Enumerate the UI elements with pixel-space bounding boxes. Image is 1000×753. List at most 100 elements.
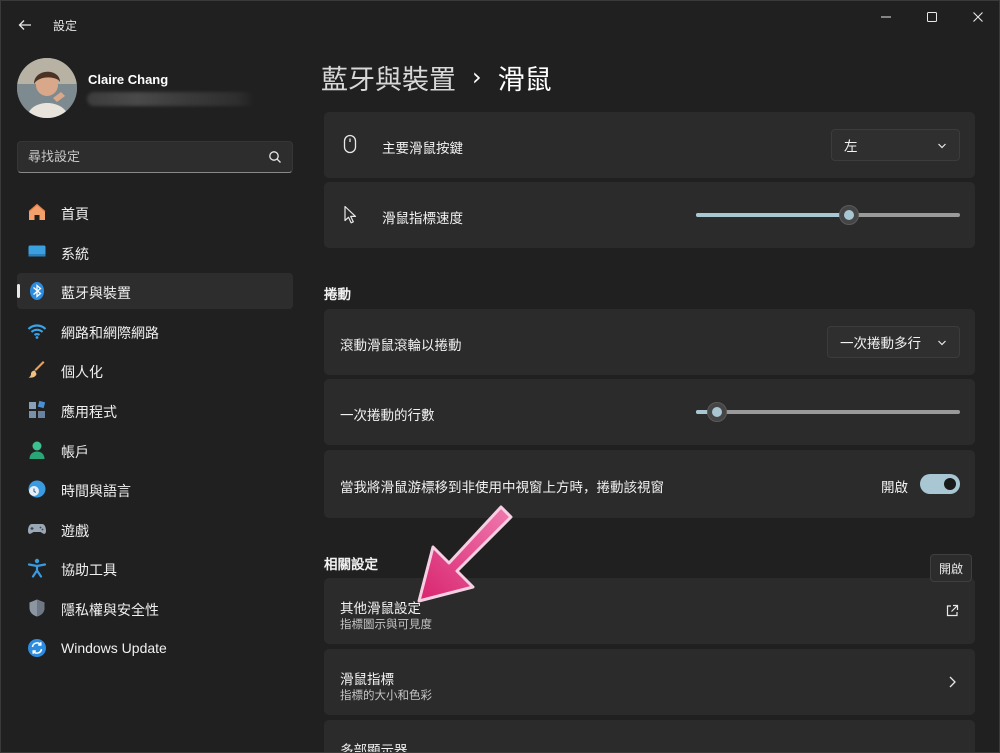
related-item-title: 滑鼠指標 bbox=[340, 672, 394, 688]
sidebar-item-bluetooth-devices[interactable]: 藍牙與裝置 bbox=[17, 273, 293, 310]
select-value: 一次捲動多行 bbox=[840, 336, 921, 352]
maximize-button[interactable] bbox=[909, 5, 955, 29]
primary-button-select[interactable]: 左 bbox=[831, 129, 960, 161]
sidebar-item-label: 藍牙與裝置 bbox=[61, 286, 131, 303]
setting-label: 主要滑鼠按鍵 bbox=[382, 141, 463, 157]
pointer-icon bbox=[344, 205, 357, 224]
setting-primary-mouse-button: 主要滑鼠按鍵 左 bbox=[324, 112, 975, 178]
sidebar-item-apps[interactable]: 應用程式 bbox=[17, 392, 293, 428]
open-tooltip: 開啟 bbox=[930, 554, 972, 582]
maximize-icon bbox=[927, 12, 937, 22]
breadcrumb-separator: › bbox=[472, 63, 482, 91]
shield-icon bbox=[29, 599, 45, 617]
sidebar-item-label: Windows Update bbox=[61, 639, 167, 656]
pointer-speed-slider[interactable] bbox=[696, 205, 960, 225]
wifi-icon bbox=[27, 324, 47, 339]
search-icon[interactable] bbox=[268, 150, 282, 164]
gamepad-icon bbox=[28, 523, 46, 534]
external-link-icon bbox=[946, 604, 959, 617]
annotation-arrow-icon bbox=[417, 505, 513, 603]
slider-fill bbox=[696, 213, 850, 217]
search-box[interactable] bbox=[17, 141, 293, 173]
settings-window: 設定 Claire Chang 尋找設定 首頁 系統 藍牙與裝置 網路和網際網路… bbox=[0, 0, 1000, 753]
sidebar-nav: 首頁 系統 藍牙與裝置 網路和網際網路 個人化 應用程式 帳戶 時間與語言 遊戲… bbox=[17, 194, 293, 669]
sidebar-item-label: 系統 bbox=[61, 246, 89, 263]
page-title: 滑鼠 bbox=[497, 64, 552, 96]
app-title: 設定 bbox=[53, 19, 78, 33]
paintbrush-icon bbox=[28, 361, 45, 379]
setting-label: 滑鼠指標速度 bbox=[382, 211, 463, 227]
inactive-scroll-toggle[interactable] bbox=[920, 474, 960, 494]
related-item-multiple-displays[interactable]: 多部顯示器 bbox=[324, 720, 975, 753]
related-item-subtitle: 指標圖示與可見度 bbox=[340, 617, 432, 631]
chevron-right-icon bbox=[949, 676, 956, 688]
time-language-icon bbox=[28, 480, 46, 498]
account-icon bbox=[29, 441, 45, 459]
back-arrow-icon bbox=[18, 20, 31, 30]
search-input[interactable] bbox=[28, 142, 258, 172]
sidebar-item-accessibility[interactable]: 協助工具 bbox=[17, 550, 293, 586]
section-title-related: 相關設定 bbox=[324, 557, 378, 573]
sidebar-item-label: 應用程式 bbox=[61, 404, 117, 421]
windows-update-icon bbox=[28, 638, 46, 657]
setting-label: 當我將滑鼠游標移到非使用中視窗上方時，捲動該視窗 bbox=[340, 480, 664, 496]
back-button[interactable] bbox=[11, 11, 39, 39]
chevron-down-icon bbox=[938, 143, 946, 149]
sidebar-item-label: 帳戶 bbox=[61, 444, 89, 461]
title-bar: 設定 bbox=[1, 1, 999, 49]
setting-label: 一次捲動的行數 bbox=[340, 408, 435, 424]
sidebar-item-label: 隱私權與安全性 bbox=[61, 602, 159, 619]
user-name: Claire Chang bbox=[88, 72, 169, 87]
apps-icon bbox=[29, 400, 46, 418]
close-icon bbox=[973, 12, 983, 22]
breadcrumb: 藍牙與裝置 › 滑鼠 bbox=[321, 57, 552, 97]
home-icon bbox=[28, 203, 46, 220]
slider-track bbox=[696, 410, 960, 414]
sidebar-item-label: 時間與語言 bbox=[61, 484, 131, 501]
sidebar-item-system[interactable]: 系統 bbox=[17, 234, 293, 270]
select-value: 左 bbox=[844, 139, 858, 155]
minimize-button[interactable] bbox=[863, 5, 909, 29]
setting-pointer-speed: 滑鼠指標速度 bbox=[324, 182, 975, 248]
section-title-scrolling: 捲動 bbox=[324, 287, 351, 303]
sidebar-item-privacy-security[interactable]: 隱私權與安全性 bbox=[17, 590, 293, 626]
avatar-photo-icon bbox=[17, 58, 77, 118]
slider-thumb[interactable] bbox=[839, 205, 860, 225]
sidebar-item-label: 個人化 bbox=[61, 365, 103, 382]
setting-lines-to-scroll: 一次捲動的行數 bbox=[324, 379, 975, 445]
user-email-redacted bbox=[87, 92, 255, 106]
sidebar-item-accounts[interactable]: 帳戶 bbox=[17, 432, 293, 468]
wheel-scroll-select[interactable]: 一次捲動多行 bbox=[827, 326, 960, 358]
sidebar-item-home[interactable]: 首頁 bbox=[17, 194, 293, 230]
close-button[interactable] bbox=[955, 5, 999, 29]
system-icon bbox=[28, 245, 46, 257]
sidebar-item-windows-update[interactable]: Windows Update bbox=[17, 630, 293, 666]
selected-indicator bbox=[17, 284, 20, 299]
sidebar-item-personalization[interactable]: 個人化 bbox=[17, 352, 293, 388]
sidebar-item-network[interactable]: 網路和網際網路 bbox=[17, 313, 293, 349]
sidebar-item-time-language[interactable]: 時間與語言 bbox=[17, 471, 293, 507]
related-item-mouse-pointer[interactable]: 滑鼠指標 指標的大小和色彩 bbox=[324, 649, 975, 715]
sidebar-item-label: 協助工具 bbox=[61, 563, 117, 580]
setting-label: 滾動滑鼠滾輪以捲動 bbox=[340, 338, 462, 354]
toggle-state-label: 開啟 bbox=[881, 480, 908, 496]
slider-thumb[interactable] bbox=[707, 402, 728, 422]
user-profile[interactable]: Claire Chang bbox=[17, 56, 297, 120]
mouse-icon bbox=[343, 134, 357, 154]
setting-wheel-scroll: 滾動滑鼠滾輪以捲動 一次捲動多行 bbox=[324, 309, 975, 375]
accessibility-icon bbox=[27, 559, 47, 578]
sidebar-item-gaming[interactable]: 遊戲 bbox=[17, 511, 293, 547]
sidebar-item-label: 首頁 bbox=[61, 207, 89, 223]
related-item-title: 其他滑鼠設定 bbox=[340, 601, 421, 617]
sidebar-item-label: 遊戲 bbox=[61, 523, 89, 540]
chevron-down-icon bbox=[938, 340, 946, 346]
sidebar-item-label: 網路和網際網路 bbox=[61, 325, 159, 342]
toggle-knob bbox=[944, 478, 956, 490]
related-item-subtitle: 指標的大小和色彩 bbox=[340, 688, 432, 702]
minimize-icon bbox=[881, 16, 891, 18]
breadcrumb-parent[interactable]: 藍牙與裝置 bbox=[321, 58, 456, 97]
bluetooth-icon bbox=[30, 282, 44, 301]
lines-to-scroll-slider[interactable] bbox=[696, 402, 960, 422]
avatar bbox=[17, 58, 77, 118]
related-item-title: 多部顯示器 bbox=[340, 743, 408, 753]
